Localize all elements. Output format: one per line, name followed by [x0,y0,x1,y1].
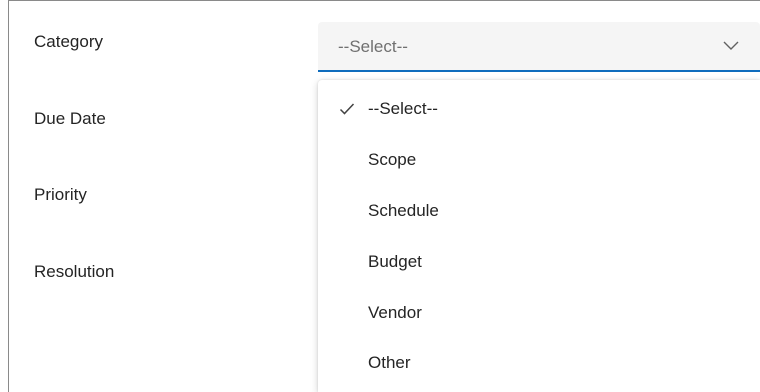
category-label: Category [34,32,103,51]
option-other[interactable]: Other [318,338,760,388]
option-label: Vendor [368,303,422,322]
option-label: Scope [368,150,417,169]
option-scope[interactable]: Scope [318,135,760,185]
option-label: Other [368,353,411,372]
option-schedule[interactable]: Schedule [318,186,760,236]
chevron-down-icon [723,41,739,50]
option-budget[interactable]: Budget [318,237,760,287]
priority-label: Priority [34,185,87,204]
checkmark-icon [339,103,355,115]
resolution-label: Resolution [34,262,115,281]
option-vendor[interactable]: Vendor [318,288,760,338]
category-dropdown-listbox: --Select-- Scope Schedule Budget Vendor … [318,80,760,392]
option-label: Budget [368,252,422,271]
category-select[interactable]: --Select-- [318,22,760,72]
option-label: --Select-- [368,99,438,118]
option-label: Schedule [368,201,439,220]
category-select-value: --Select-- [338,37,408,56]
due-date-label: Due Date [34,109,106,128]
option-select[interactable]: --Select-- [318,84,760,134]
